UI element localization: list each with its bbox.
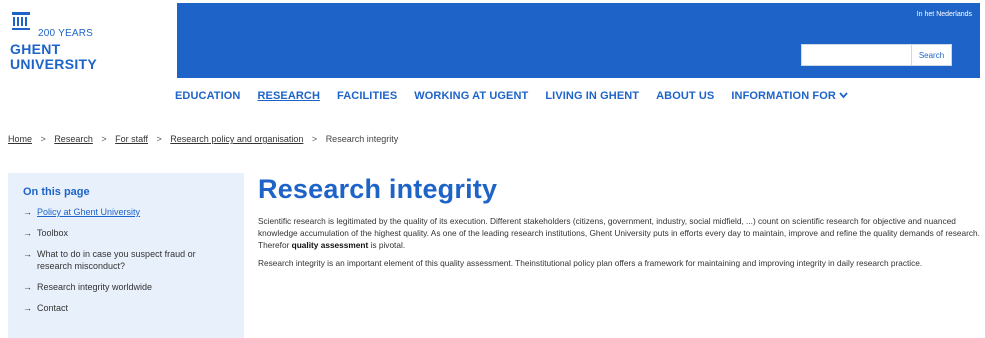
second-paragraph: Research integrity is an important eleme… (258, 258, 923, 268)
arrow-right-icon: → (23, 207, 32, 217)
search-input[interactable] (801, 44, 912, 66)
logo-name-line2: UNIVERSITY (10, 56, 98, 72)
sidebar-item-label: What to do in case you suspect fraud or … (37, 249, 196, 271)
intro-text-end: is pivotal. (368, 240, 406, 250)
sidebar-item-toolbox[interactable]: → Toolbox (23, 227, 244, 239)
nav-research[interactable]: RESEARCH (257, 90, 320, 102)
breadcrumb-separator: > (101, 134, 107, 144)
nav-about-us[interactable]: ABOUT US (656, 90, 714, 102)
logo-years-text: 200 YEARS (38, 28, 93, 39)
logo-university-name: GHENT UNIVERSITY (10, 42, 97, 72)
sidebar-item-fraud[interactable]: → What to do in case you suspect fraud o… (23, 248, 244, 272)
header-banner: In het Nederlands Search (177, 3, 980, 78)
logo-name-line1: GHENT (10, 41, 61, 57)
on-this-page-sidebar: On this page → Policy at Ghent Universit… (8, 173, 244, 338)
breadcrumb-separator: > (156, 134, 162, 144)
intro-bold-text: quality assessment (291, 240, 369, 250)
sidebar-item-label: Research integrity worldwide (37, 282, 153, 292)
sidebar-item-worldwide[interactable]: → Research integrity worldwide (23, 281, 244, 293)
main-content: Research integrity Scientific research i… (258, 173, 980, 275)
nav-living-in-ghent[interactable]: LIVING IN GHENT (545, 90, 639, 102)
arrow-right-icon: → (23, 228, 32, 238)
breadcrumb-separator: > (311, 134, 318, 144)
sidebar-item-label: Policy at Ghent University (37, 207, 141, 217)
page-title: Research integrity (258, 174, 498, 204)
sidebar-item-contact[interactable]: → Contact (23, 302, 244, 314)
nav-information-for[interactable]: INFORMATION FOR (731, 90, 848, 102)
sidebar-item-label: Contact (37, 303, 69, 313)
search-button[interactable]: Search (912, 44, 952, 66)
main-navigation: EDUCATION RESEARCH FACILITIES WORKING AT… (175, 90, 865, 102)
nav-facilities[interactable]: FACILITIES (337, 90, 397, 102)
arrow-right-icon: → (23, 249, 32, 259)
arrow-right-icon: → (23, 303, 32, 313)
language-switch-link[interactable]: In het Nederlands (917, 11, 972, 18)
chevron-down-icon (839, 92, 848, 99)
breadcrumb-research-policy[interactable]: Research policy and organisation (170, 134, 303, 144)
breadcrumb: Home > Research > For staff > Research p… (8, 134, 398, 144)
breadcrumb-current: Research integrity (325, 134, 399, 144)
sidebar-list: → Policy at Ghent University → Toolbox →… (23, 206, 244, 314)
breadcrumb-separator: > (40, 134, 46, 144)
breadcrumb-research[interactable]: Research (54, 134, 93, 144)
university-building-icon (12, 12, 30, 30)
nav-working-at-ugent[interactable]: WORKING AT UGENT (414, 90, 528, 102)
sidebar-item-policy[interactable]: → Policy at Ghent University (23, 206, 244, 218)
breadcrumb-for-staff[interactable]: For staff (115, 134, 148, 144)
intro-paragraph: Scientific research is legitimated by th… (258, 215, 980, 251)
ghent-university-logo[interactable]: 200 YEARS GHENT UNIVERSITY (8, 8, 168, 80)
sidebar-title: On this page (23, 186, 90, 198)
sidebar-item-label: Toolbox (37, 228, 69, 238)
nav-education[interactable]: EDUCATION (175, 90, 240, 102)
arrow-right-icon: → (23, 282, 32, 292)
breadcrumb-home[interactable]: Home (8, 134, 32, 144)
nav-information-for-label: INFORMATION FOR (731, 90, 836, 102)
